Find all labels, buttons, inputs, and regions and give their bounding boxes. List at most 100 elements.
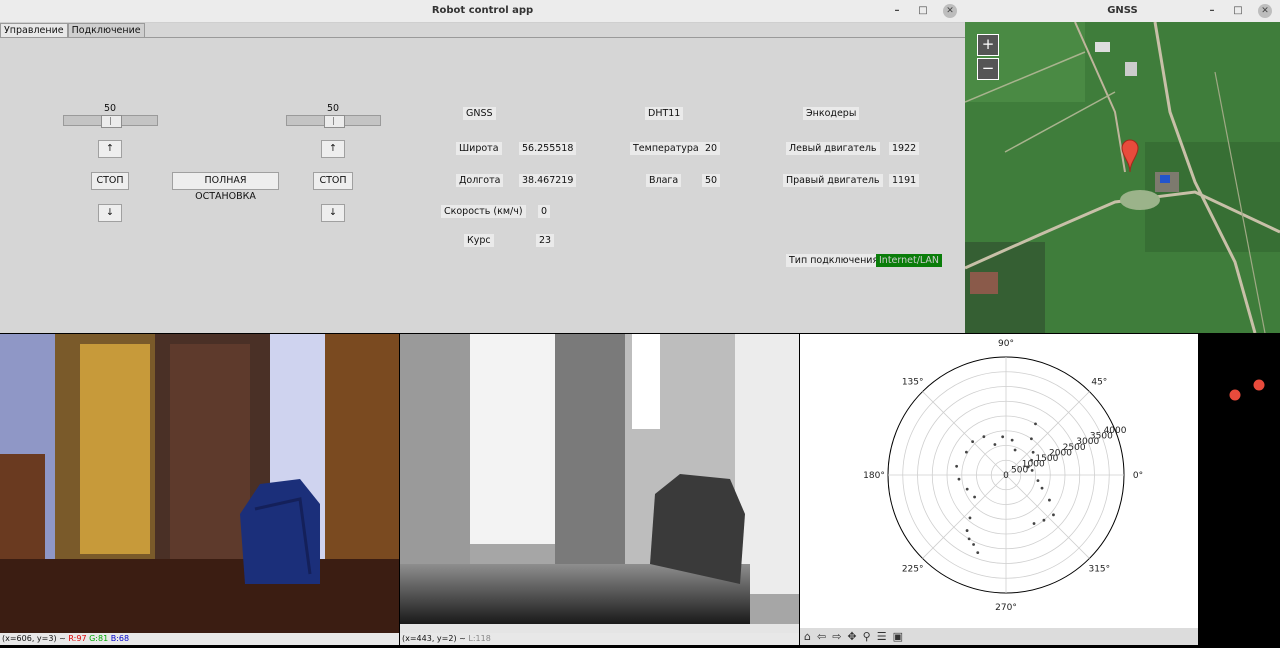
connection-type-value: Internet/LAN xyxy=(876,254,943,267)
left-speed-slider[interactable] xyxy=(63,115,158,128)
latitude-label: Широта xyxy=(456,142,502,155)
humidity-label: Влага xyxy=(646,174,682,187)
lidar-point xyxy=(993,443,997,446)
angle-tick-label: 315° xyxy=(1088,564,1110,574)
lidar-point xyxy=(1013,448,1017,452)
lidar-point xyxy=(1040,486,1044,490)
gnss-header: GNSS xyxy=(463,107,496,120)
depth-status-bar: (x=443, y=2) ~ L:118 xyxy=(400,633,799,645)
red-dot xyxy=(1229,389,1241,401)
lidar-point xyxy=(982,435,986,439)
angle-tick-label: 45° xyxy=(1091,378,1107,388)
configure-icon[interactable]: ☰ xyxy=(877,630,887,643)
rgb-status-bar: (x=606, y=3) ~ R:97 G:81 B:68 xyxy=(0,633,399,645)
save-icon[interactable]: ▣ xyxy=(893,630,903,643)
lidar-point xyxy=(1036,479,1040,483)
zoom-icon[interactable]: ⚲ xyxy=(863,630,871,643)
rgb-red-value: R:97 xyxy=(68,634,87,643)
lidar-point xyxy=(1048,498,1051,502)
temperature-value: 20 xyxy=(702,142,721,155)
lidar-point xyxy=(965,487,969,491)
rgb-coords: (x=606, y=3) ~ xyxy=(2,634,69,643)
longitude-value: 38.467219 xyxy=(519,174,577,187)
right-stop-button[interactable]: СТОП xyxy=(313,172,353,190)
radial-tick-label: 4000 xyxy=(1104,426,1127,436)
lidar-point xyxy=(1052,513,1055,517)
plot-toolbar: ⌂ ⇦ ⇨ ✥ ⚲ ☰ ▣ xyxy=(800,628,1198,645)
maximize-button[interactable]: □ xyxy=(917,0,929,22)
right-forward-button[interactable]: ↑ xyxy=(321,140,345,158)
window-title: Robot control app xyxy=(431,5,534,16)
pan-icon[interactable]: ✥ xyxy=(847,630,856,643)
lidar-point xyxy=(1032,522,1036,525)
full-stop-button[interactable]: ПОЛНАЯ ОСТАНОВКА xyxy=(172,172,279,202)
right-motor-value: 1191 xyxy=(889,174,920,187)
lidar-point xyxy=(972,543,975,546)
humidity-value: 50 xyxy=(702,174,721,187)
zoom-in-button[interactable]: + xyxy=(977,34,999,56)
gnss-map-window: GNSS – □ ✕ + − xyxy=(965,0,1280,333)
left-motor-label: Левый двигатель xyxy=(786,142,880,155)
depth-camera-image xyxy=(400,334,799,633)
rgb-camera-image xyxy=(0,334,399,633)
lidar-point xyxy=(1026,465,1030,469)
tab-control[interactable]: Управление xyxy=(0,23,68,38)
angle-tick-label: 270° xyxy=(995,603,1017,613)
left-stop-button[interactable]: СТОП xyxy=(91,172,129,190)
angle-tick-label: 135° xyxy=(902,378,924,388)
forward-arrow-icon[interactable]: ⇨ xyxy=(832,630,841,643)
tab-divider xyxy=(0,37,965,38)
lidar-point xyxy=(1031,450,1035,454)
rgb-blue-value: B:68 xyxy=(110,634,130,643)
temperature-label: Температура xyxy=(630,142,702,155)
angular-grid-line xyxy=(922,391,1007,476)
back-arrow-icon[interactable]: ⇦ xyxy=(817,630,826,643)
angular-grid-line xyxy=(1005,474,1090,559)
lidar-point xyxy=(965,450,968,454)
robot-control-window: Robot control app – □ ✕ Управление Подкл… xyxy=(0,0,966,333)
radial-tick-label: 0 xyxy=(1003,471,1009,481)
lidar-point xyxy=(976,551,980,555)
lidar-point xyxy=(1029,437,1033,441)
depth-camera-view[interactable]: (x=443, y=2) ~ L:118 xyxy=(400,334,799,645)
minimize-button[interactable]: – xyxy=(891,0,903,22)
home-icon[interactable]: ⌂ xyxy=(804,630,811,643)
lidar-point xyxy=(973,495,976,499)
satellite-map[interactable] xyxy=(965,22,1280,333)
depth-coords: (x=443, y=2) ~ xyxy=(402,634,469,643)
left-backward-button[interactable]: ↓ xyxy=(98,204,122,222)
lidar-point xyxy=(968,516,972,520)
left-forward-button[interactable]: ↑ xyxy=(98,140,122,158)
right-speed-slider[interactable] xyxy=(286,115,381,128)
lidar-point xyxy=(955,464,959,468)
lidar-point xyxy=(957,477,961,481)
tab-connection[interactable]: Подключение xyxy=(67,23,145,38)
angle-tick-label: 225° xyxy=(902,564,924,574)
lidar-point xyxy=(965,529,969,532)
gnss-close-button[interactable]: ✕ xyxy=(1258,4,1272,18)
lidar-point xyxy=(971,440,975,444)
zoom-out-button[interactable]: − xyxy=(977,58,999,80)
lidar-point xyxy=(1030,468,1034,472)
encoders-header: Энкодеры xyxy=(803,107,860,120)
angle-tick-label: 0° xyxy=(1133,471,1143,481)
left-slider-value: 50 xyxy=(104,103,117,114)
depth-luma-value: L:118 xyxy=(468,634,491,643)
gnss-maximize-button[interactable]: □ xyxy=(1232,0,1244,22)
right-backward-button[interactable]: ↓ xyxy=(321,204,345,222)
dht11-header: DHT11 xyxy=(645,107,684,120)
dots-view xyxy=(1198,334,1280,645)
left-motor-value: 1922 xyxy=(889,142,920,155)
gnss-minimize-button[interactable]: – xyxy=(1206,0,1218,22)
angle-tick-label: 180° xyxy=(863,471,885,481)
lidar-point xyxy=(967,537,971,541)
robot-titlebar: Robot control app – □ ✕ xyxy=(0,0,965,23)
rgb-camera-view[interactable]: (x=606, y=3) ~ R:97 G:81 B:68 xyxy=(0,334,399,645)
close-button[interactable]: ✕ xyxy=(943,4,957,18)
right-slider-knob[interactable] xyxy=(324,115,345,128)
dots-canvas xyxy=(1229,379,1265,401)
lidar-point xyxy=(1034,422,1037,426)
left-slider-knob[interactable] xyxy=(101,115,122,128)
speed-value: 0 xyxy=(538,205,551,218)
red-dot xyxy=(1253,379,1265,391)
